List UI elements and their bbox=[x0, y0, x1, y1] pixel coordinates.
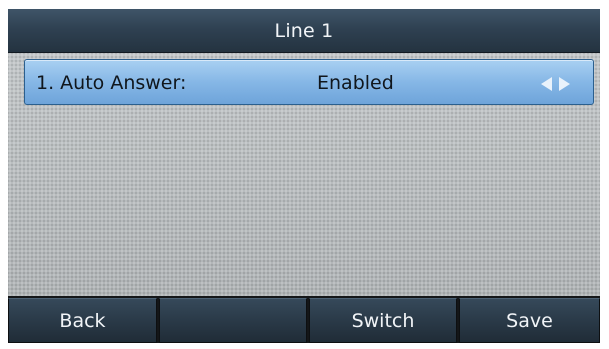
save-button-label: Save bbox=[506, 309, 553, 332]
empty-softkey[interactable] bbox=[159, 298, 307, 343]
back-button[interactable]: Back bbox=[8, 298, 157, 343]
phone-screen: Line 1 1. Auto Answer: Enabled Back Swit… bbox=[8, 9, 600, 343]
switch-button[interactable]: Switch bbox=[309, 298, 457, 343]
arrow-left-icon[interactable] bbox=[541, 77, 552, 91]
screen-title: Line 1 bbox=[274, 19, 334, 42]
switch-button-label: Switch bbox=[351, 309, 415, 332]
save-button[interactable]: Save bbox=[459, 298, 600, 343]
softkey-bar: Back Switch Save bbox=[8, 296, 600, 343]
setting-label: 1. Auto Answer: bbox=[36, 72, 187, 94]
auto-answer-setting[interactable]: 1. Auto Answer: Enabled bbox=[24, 59, 594, 105]
setting-value: Enabled bbox=[317, 72, 394, 94]
settings-list: 1. Auto Answer: Enabled bbox=[8, 53, 600, 296]
title-bar: Line 1 bbox=[8, 9, 600, 53]
arrow-right-icon[interactable] bbox=[559, 77, 570, 91]
back-button-label: Back bbox=[59, 309, 106, 332]
